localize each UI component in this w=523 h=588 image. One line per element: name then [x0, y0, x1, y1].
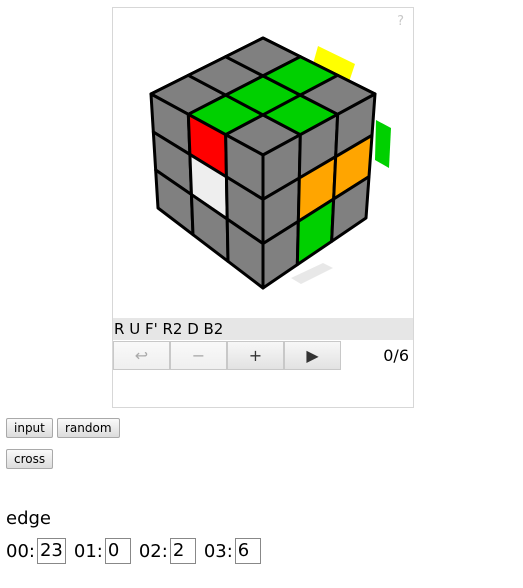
playback-controls: ↩ − + ▶ [113, 341, 413, 371]
plus-icon: + [248, 346, 263, 365]
edge-label-03: 03: [203, 540, 233, 562]
edge-label-02: 02: [138, 540, 168, 562]
input-button[interactable]: input [6, 418, 53, 438]
edge-input-02[interactable]: 2 [169, 538, 196, 564]
play-button[interactable]: ▶ [284, 341, 341, 370]
cube-graphic[interactable] [113, 8, 413, 313]
algorithm-text: R U F' R2 D B2 [113, 318, 413, 340]
play-icon: ▶ [306, 346, 319, 365]
edge-label-01: 01: [73, 540, 103, 562]
edge-values-row: 00: 23 01: 0 02: 2 03: 6 [6, 537, 269, 565]
minus-icon: − [191, 346, 206, 365]
random-button[interactable]: random [57, 418, 120, 438]
green-side-flap [375, 120, 391, 168]
move-counter: 0/6 [383, 346, 409, 365]
edge-input-00[interactable]: 23 [36, 538, 66, 564]
back-button[interactable]: ↩ [113, 341, 170, 370]
undo-icon: ↩ [134, 346, 149, 365]
edge-label-00: 00: [6, 540, 35, 562]
edge-section-title: edge [6, 508, 51, 529]
cube-viewer: ? R U F' R2 D B2 ↩ − + ▶ 0/6 [112, 7, 414, 408]
step-forward-button[interactable]: + [227, 341, 284, 370]
step-back-button[interactable]: − [170, 341, 227, 370]
cross-button[interactable]: cross [6, 449, 54, 469]
edge-input-03[interactable]: 6 [234, 538, 261, 564]
edge-input-01[interactable]: 0 [104, 538, 131, 564]
